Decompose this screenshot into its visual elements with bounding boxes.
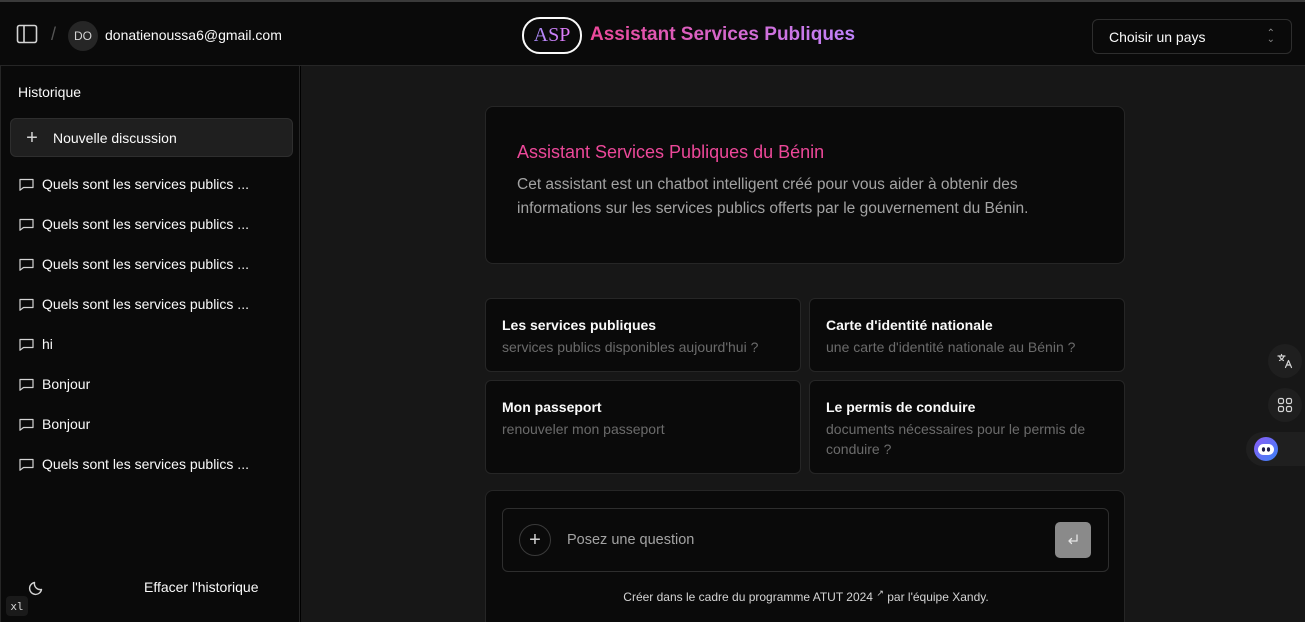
translate-icon[interactable] [1268, 344, 1302, 378]
suggestion-card[interactable]: Les services publiques services publics … [485, 298, 801, 372]
suggestion-subtitle: une carte d'identité nationale au Bénin … [826, 339, 1076, 355]
footer-suffix: par l'équipe Xandy. [887, 590, 989, 604]
suggestion-subtitle: documents nécessaires pour le permis de … [826, 421, 1086, 457]
send-button[interactable] [1055, 522, 1091, 558]
suggestion-title: Mon passeport [502, 399, 602, 415]
history-item-label: Bonjour [42, 376, 91, 392]
suggestion-title: Le permis de conduire [826, 399, 976, 415]
breakpoint-badge: xl [6, 596, 28, 616]
message-square-icon [19, 458, 34, 471]
history-item[interactable]: Quels sont les services publics ... [1, 244, 300, 284]
grid-icon[interactable] [1268, 388, 1302, 422]
app-logo: ASP [522, 17, 582, 54]
sidebar-toggle-icon[interactable] [16, 24, 38, 44]
user-email: donatienoussa6@gmail.com [105, 27, 282, 43]
message-square-icon [19, 378, 34, 391]
suggestion-title: Carte d'identité nationale [826, 317, 993, 333]
history-item[interactable]: Bonjour [1, 364, 300, 404]
history-item-label: Quels sont les services publics ... [42, 256, 249, 272]
intro-card: Assistant Services Publiques du Bénin Ce… [485, 106, 1125, 264]
suggestion-card[interactable]: Le permis de conduire documents nécessai… [809, 380, 1125, 474]
message-square-icon [19, 178, 34, 191]
history-item[interactable]: Quels sont les services publics ... [1, 204, 300, 244]
composer: + [502, 508, 1109, 572]
history-item-label: Quels sont les services publics ... [42, 176, 249, 192]
message-square-icon [19, 218, 34, 231]
suggestion-card[interactable]: Carte d'identité nationale une carte d'i… [809, 298, 1125, 372]
history-item-label: Quels sont les services publics ... [42, 216, 249, 232]
sidebar-heading: Historique [18, 84, 82, 100]
intro-description: Cet assistant est un chatbot intelligent… [517, 176, 1029, 217]
new-discussion-label: Nouvelle discussion [53, 129, 177, 146]
question-input[interactable] [567, 529, 1027, 551]
moon-icon[interactable] [28, 580, 44, 596]
avatar[interactable]: DO [68, 21, 98, 51]
breadcrumb-separator: / [51, 24, 57, 44]
message-square-icon [19, 298, 34, 311]
bot-icon[interactable] [1246, 432, 1305, 466]
history-item-label: Quels sont les services publics ... [42, 296, 249, 312]
composer-panel: + Créer dans le cadre du programme ATUT … [485, 490, 1125, 622]
external-link-icon[interactable]: ↗ [876, 588, 884, 598]
bot-avatar [1254, 437, 1278, 461]
message-square-icon [19, 258, 34, 271]
new-discussion-button[interactable]: + Nouvelle discussion [10, 118, 293, 157]
history-item-label: Quels sont les services publics ... [42, 456, 249, 472]
plus-icon: + [529, 528, 541, 551]
country-select[interactable]: Choisir un pays ⌃ ⌄ [1092, 19, 1292, 54]
history-item[interactable]: Quels sont les services publics ... [1, 284, 300, 324]
message-square-icon [19, 418, 34, 431]
history-item[interactable]: hi [1, 324, 300, 364]
plus-icon: + [26, 126, 38, 149]
country-select-value: Choisir un pays [1109, 28, 1206, 45]
suggestion-subtitle: renouveler mon passeport [502, 421, 665, 437]
suggestion-card[interactable]: Mon passeport renouveler mon passeport [485, 380, 801, 474]
history-list: Quels sont les services publics ... Quels… [1, 164, 300, 484]
suggestion-subtitle: services publics disponibles aujourd'hui… [502, 339, 759, 355]
suggestion-title: Les services publiques [502, 317, 657, 333]
footer-prefix: Créer dans le cadre du programme ATUT 20… [623, 590, 873, 604]
history-item[interactable]: Quels sont les services publics ... [1, 164, 300, 204]
enter-icon [1068, 534, 1078, 545]
history-item[interactable]: Bonjour [1, 404, 300, 444]
sidebar: Historique + Nouvelle discussion Quels s… [0, 66, 300, 622]
attach-button[interactable]: + [519, 524, 551, 556]
main-content: Assistant Services Publiques du Bénin Ce… [301, 66, 1305, 622]
translate-glyph [1277, 353, 1293, 369]
top-header: / DO donatienoussa6@gmail.com ASP Assist… [0, 0, 1305, 66]
history-item-label: hi [42, 336, 53, 352]
clear-history-button[interactable]: Effacer l'historique [144, 579, 258, 595]
grid-glyph [1277, 397, 1293, 413]
app-title: Assistant Services Publiques [590, 24, 856, 45]
message-square-icon [19, 338, 34, 351]
history-item-label: Bonjour [42, 416, 91, 432]
chevron-up-down-icon: ⌃ ⌄ [1266, 27, 1275, 45]
intro-title: Assistant Services Publiques du Bénin [517, 142, 825, 162]
history-item[interactable]: Quels sont les services publics ... [1, 444, 300, 484]
footer-note: Créer dans le cadre du programme ATUT 20… [486, 588, 1126, 604]
